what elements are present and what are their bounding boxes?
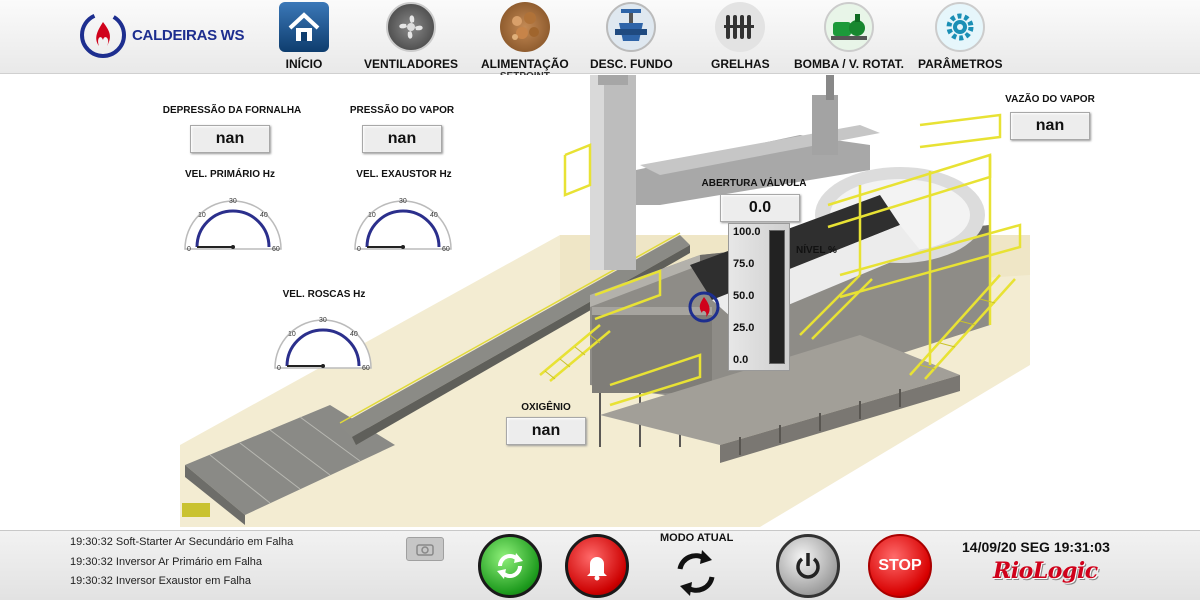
gauge-tick: 0 bbox=[187, 246, 191, 253]
nav-parametros[interactable]: PARÂMETROS bbox=[918, 2, 1002, 71]
level-bar bbox=[769, 230, 785, 364]
power-icon bbox=[796, 553, 820, 579]
nav-label: DESC. FUNDO bbox=[590, 57, 673, 71]
alarm-text: Soft-Starter Ar Secundário em Falha bbox=[115, 536, 294, 548]
gauge-tick: 10 bbox=[368, 212, 376, 219]
modo-atual-label: MODO ATUAL bbox=[660, 532, 734, 544]
gauge-exaustor-label: VEL. EXAUSTOR Hz bbox=[356, 169, 452, 180]
gear-icon bbox=[935, 2, 986, 52]
auto-mode-cycle-icon bbox=[677, 550, 715, 596]
fan-icon bbox=[386, 2, 436, 52]
gauge-tick: 10 bbox=[288, 331, 296, 338]
stop-button[interactable]: STOP bbox=[868, 534, 932, 598]
oxigenio-label: OXIGÊNIO bbox=[521, 402, 571, 413]
level-tick: 25.0 bbox=[733, 322, 755, 334]
top-navigation-bar: CALDEIRAS WS INÍCIO VENTILADORES ALIMENT… bbox=[0, 0, 1200, 82]
grate-icon bbox=[715, 2, 766, 52]
gauge-roscas: 0 10 30 40 60 bbox=[274, 317, 372, 372]
gauge-roscas-label: VEL. ROSCAS Hz bbox=[282, 289, 366, 300]
alarm-time: 19:30:32 bbox=[70, 556, 113, 568]
abertura-label: ABERTURA VÁLVULA bbox=[701, 178, 807, 189]
nav-ventiladores[interactable]: VENTILADORES bbox=[364, 2, 458, 71]
gauge-tick: 60 bbox=[442, 246, 450, 253]
alarm-list-item[interactable]: 19:30:32 Inversor Exaustor em Falha bbox=[70, 575, 251, 587]
valve-icon bbox=[606, 2, 657, 52]
depressao-label: DEPRESSÃO DA FORNALHA bbox=[162, 105, 302, 116]
level-tick: 50.0 bbox=[733, 290, 755, 302]
level-tick: 75.0 bbox=[733, 258, 755, 270]
alarm-text: Inversor Exaustor em Falha bbox=[115, 575, 252, 587]
nav-grelhas[interactable]: GRELHAS bbox=[711, 2, 770, 71]
nivel-label: NÍVEL % bbox=[796, 245, 837, 256]
nav-label: INÍCIO bbox=[285, 57, 323, 71]
gauge-tick: 30 bbox=[319, 317, 327, 324]
gauge-tick: 0 bbox=[277, 365, 281, 372]
gauge-exaustor: 0 10 30 40 60 bbox=[354, 198, 452, 253]
level-tick: 0.0 bbox=[733, 354, 749, 366]
vazao-value: nan bbox=[1010, 112, 1090, 140]
alarm-list-item[interactable]: 19:30:32 Soft-Starter Ar Secundário em F… bbox=[70, 536, 293, 548]
gauge-tick: 0 bbox=[357, 246, 361, 253]
abertura-value: 0.0 bbox=[720, 194, 800, 222]
nav-bomba[interactable]: BOMBA / V. ROTAT. bbox=[794, 2, 904, 71]
nav-label: GRELHAS bbox=[711, 57, 770, 71]
alarm-time: 19:30:32 bbox=[70, 575, 113, 587]
nav-alimentacao[interactable]: ALIMENTAÇÃO SETPOINT bbox=[481, 2, 569, 82]
gauge-tick: 30 bbox=[229, 198, 237, 205]
gauge-primario: 0 10 30 40 60 bbox=[184, 198, 282, 253]
home-icon bbox=[279, 2, 329, 52]
brand-name: CALDEIRAS WS bbox=[132, 26, 245, 44]
gauge-tick: 40 bbox=[430, 212, 438, 219]
level-tick: 100.0 bbox=[733, 226, 761, 238]
camera-button[interactable] bbox=[406, 537, 444, 561]
alarm-bell-button[interactable] bbox=[565, 534, 629, 598]
alarm-text: Inversor Ar Primário em Falha bbox=[115, 556, 262, 568]
gauge-tick: 60 bbox=[362, 365, 370, 372]
pressao-value: nan bbox=[362, 125, 442, 153]
bottom-status-bar: 19:30:32 Soft-Starter Ar Secundário em F… bbox=[0, 530, 1200, 600]
gauge-tick: 30 bbox=[399, 198, 407, 205]
gauge-tick: 40 bbox=[350, 331, 358, 338]
system-datetime: 14/09/20 SEG 19:31:03 bbox=[962, 539, 1110, 555]
alarm-time: 19:30:32 bbox=[70, 536, 113, 548]
refresh-icon bbox=[497, 553, 523, 579]
alarm-list-item[interactable]: 19:30:32 Inversor Ar Primário em Falha bbox=[70, 556, 262, 568]
camera-icon bbox=[416, 544, 434, 556]
wood-chips-icon bbox=[499, 2, 550, 52]
gauge-tick: 10 bbox=[198, 212, 206, 219]
nav-label: ALIMENTAÇÃO bbox=[481, 57, 569, 71]
bell-icon bbox=[587, 557, 607, 581]
plant-illustration bbox=[180, 75, 1030, 527]
vazao-label: VAZÃO DO VAPOR bbox=[1005, 94, 1095, 105]
nav-inicio[interactable]: INÍCIO bbox=[279, 2, 329, 71]
nivel-indicator: 100.0 75.0 50.0 25.0 0.0 bbox=[728, 223, 790, 371]
oxigenio-value: nan bbox=[506, 417, 586, 445]
pressao-label: PRESSÃO DO VAPOR bbox=[349, 105, 455, 116]
nav-label: BOMBA / V. ROTAT. bbox=[794, 57, 905, 71]
nav-label: VENTILADORES bbox=[364, 57, 459, 71]
power-button[interactable] bbox=[776, 534, 840, 598]
riologic-logo: RioLogic bbox=[993, 558, 1098, 584]
refresh-button[interactable] bbox=[478, 534, 542, 598]
gauge-tick: 40 bbox=[260, 212, 268, 219]
nav-desc-fundo[interactable]: DESC. FUNDO bbox=[590, 2, 673, 71]
flame-logo-icon bbox=[80, 12, 126, 58]
nav-label: PARÂMETROS bbox=[918, 57, 1003, 71]
brand-logo: CALDEIRAS WS bbox=[78, 10, 245, 60]
pump-icon bbox=[824, 2, 874, 52]
boiler-plant-view: DEPRESSÃO DA FORNALHA nan PRESSÃO DO VAP… bbox=[0, 75, 1200, 530]
gauge-primario-label: VEL. PRIMÁRIO Hz bbox=[184, 169, 275, 180]
depressao-value: nan bbox=[190, 125, 270, 153]
gauge-tick: 60 bbox=[272, 246, 280, 253]
